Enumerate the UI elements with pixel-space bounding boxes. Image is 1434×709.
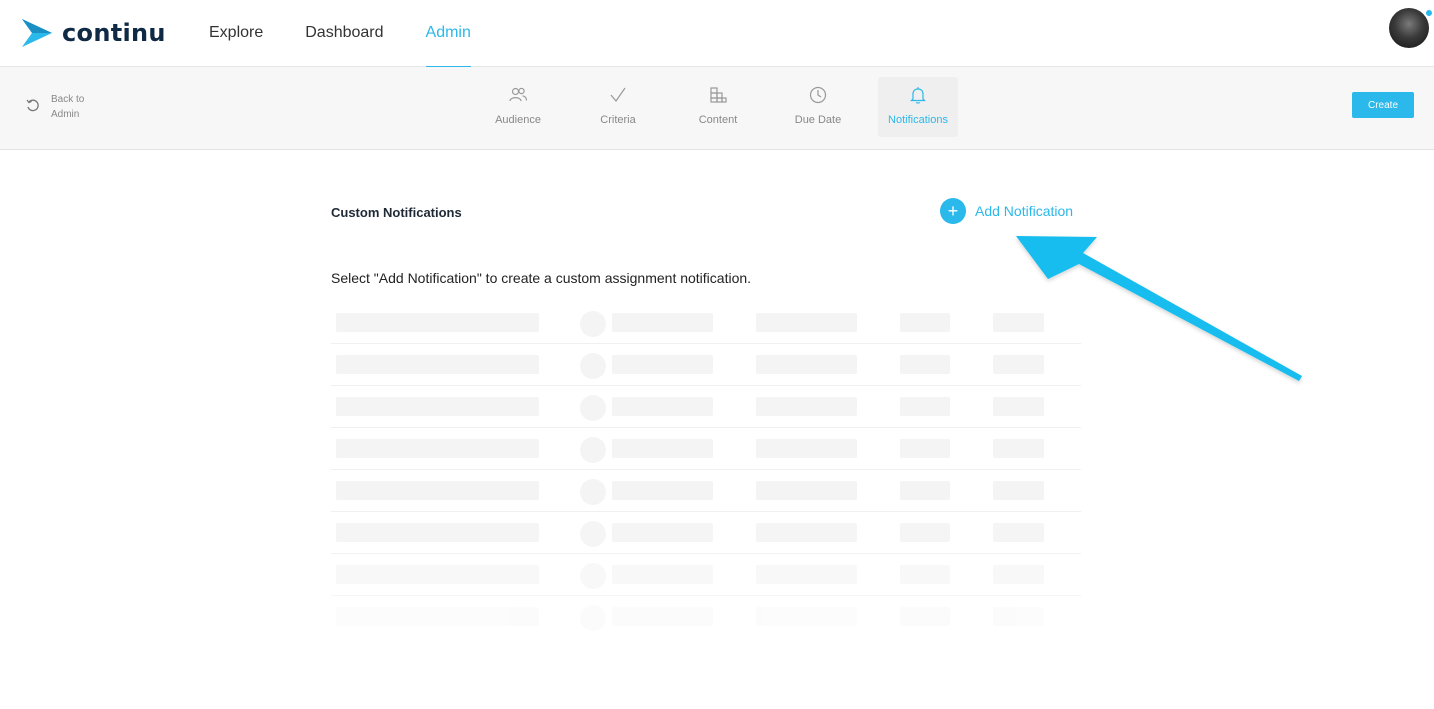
skeleton-cell <box>612 481 713 500</box>
logo-arrow-icon <box>22 19 52 47</box>
skeleton-cell <box>900 565 950 584</box>
skeleton-cell <box>993 481 1044 500</box>
skeleton-cell <box>756 313 857 332</box>
nav-admin[interactable]: Admin <box>425 0 472 68</box>
step-notifications[interactable]: Notifications <box>878 77 958 137</box>
section-title: Custom Notifications <box>331 205 462 220</box>
skeleton-cell <box>756 607 857 626</box>
main-nav: Explore Dashboard Admin <box>209 0 513 68</box>
skeleton-avatar <box>580 479 606 505</box>
skeleton-cell <box>756 481 857 500</box>
skeleton-row <box>331 428 1081 470</box>
skeleton-avatar <box>580 437 606 463</box>
skeleton-cell <box>756 397 857 416</box>
skeleton-row <box>331 596 1081 638</box>
step-label: Notifications <box>888 114 948 126</box>
skeleton-cell <box>900 355 950 374</box>
skeleton-cell <box>336 397 539 416</box>
skeleton-cell <box>993 565 1044 584</box>
step-label: Due Date <box>794 114 842 126</box>
skeleton-cell <box>612 439 713 458</box>
add-notification-button[interactable]: + Add Notification <box>940 198 1073 224</box>
add-notification-label: Add Notification <box>975 203 1074 219</box>
bell-icon <box>910 87 926 104</box>
step-label: Audience <box>495 114 541 126</box>
skeleton-cell <box>993 355 1044 374</box>
users-icon <box>509 87 528 102</box>
skeleton-cell <box>336 607 539 626</box>
step-label: Content <box>698 114 738 126</box>
skeleton-cell <box>756 439 857 458</box>
skeleton-cell <box>336 481 539 500</box>
undo-icon <box>26 99 39 112</box>
step-content[interactable]: Content <box>678 77 758 137</box>
steps-nav: Audience Criteria Content Due Date Notif… <box>478 77 978 137</box>
skeleton-cell <box>336 313 539 332</box>
skeleton-cell <box>612 523 713 542</box>
create-button[interactable]: Create <box>1352 92 1414 118</box>
back-line-1: Back to <box>51 94 85 105</box>
step-audience[interactable]: Audience <box>478 77 558 137</box>
notification-dot <box>1424 8 1434 18</box>
skeleton-cell <box>900 481 950 500</box>
step-due-date[interactable]: Due Date <box>778 77 858 137</box>
skeleton-row <box>331 344 1081 386</box>
skeleton-avatar <box>580 353 606 379</box>
assignment-steps-bar: Back to Admin Audience Criteria Content … <box>0 67 1434 150</box>
skeleton-cell <box>756 355 857 374</box>
brand-name: continu <box>62 19 166 47</box>
skeleton-cell <box>336 565 539 584</box>
user-avatar[interactable] <box>1389 8 1429 48</box>
grid-blocks-icon <box>710 87 727 103</box>
skeleton-cell <box>900 397 950 416</box>
skeleton-cell <box>993 523 1044 542</box>
skeleton-avatar <box>580 521 606 547</box>
nav-explore[interactable]: Explore <box>209 0 263 67</box>
skeleton-cell <box>900 439 950 458</box>
skeleton-row <box>331 470 1081 512</box>
skeleton-avatar <box>580 311 606 337</box>
step-label: Criteria <box>600 114 636 126</box>
skeleton-cell <box>756 565 857 584</box>
skeleton-cell <box>612 355 713 374</box>
skeleton-cell <box>336 523 539 542</box>
skeleton-cell <box>612 397 713 416</box>
skeleton-cell <box>900 607 950 626</box>
skeleton-avatar <box>580 395 606 421</box>
skeleton-cell <box>612 607 713 626</box>
skeleton-cell <box>756 523 857 542</box>
skeleton-row <box>331 554 1081 596</box>
skeleton-row <box>331 386 1081 428</box>
plus-icon: + <box>940 198 966 224</box>
check-icon <box>610 87 626 102</box>
skeleton-cell <box>612 313 713 332</box>
clock-icon <box>809 86 827 104</box>
skeleton-cell <box>336 439 539 458</box>
skeleton-row <box>331 512 1081 554</box>
skeleton-cell <box>993 397 1044 416</box>
skeleton-cell <box>993 313 1044 332</box>
back-line-2: Admin <box>51 109 80 120</box>
skeleton-row <box>331 302 1081 344</box>
skeleton-cell <box>900 313 950 332</box>
skeleton-avatar <box>580 563 606 589</box>
skeleton-cell <box>993 439 1044 458</box>
empty-state-hint: Select "Add Notification" to create a cu… <box>331 270 752 286</box>
skeleton-cell <box>900 523 950 542</box>
back-to-admin-link[interactable]: Back to Admin <box>26 92 84 122</box>
nav-dashboard[interactable]: Dashboard <box>305 0 383 67</box>
skeleton-cell <box>336 355 539 374</box>
continu-logo[interactable]: continu <box>20 14 166 52</box>
skeleton-avatar <box>580 605 606 631</box>
skeleton-cell <box>993 607 1044 626</box>
step-criteria[interactable]: Criteria <box>578 77 658 137</box>
top-navigation-bar: continu Explore Dashboard Admin <box>0 0 1434 68</box>
skeleton-cell <box>612 565 713 584</box>
skeleton-table <box>331 302 1081 638</box>
